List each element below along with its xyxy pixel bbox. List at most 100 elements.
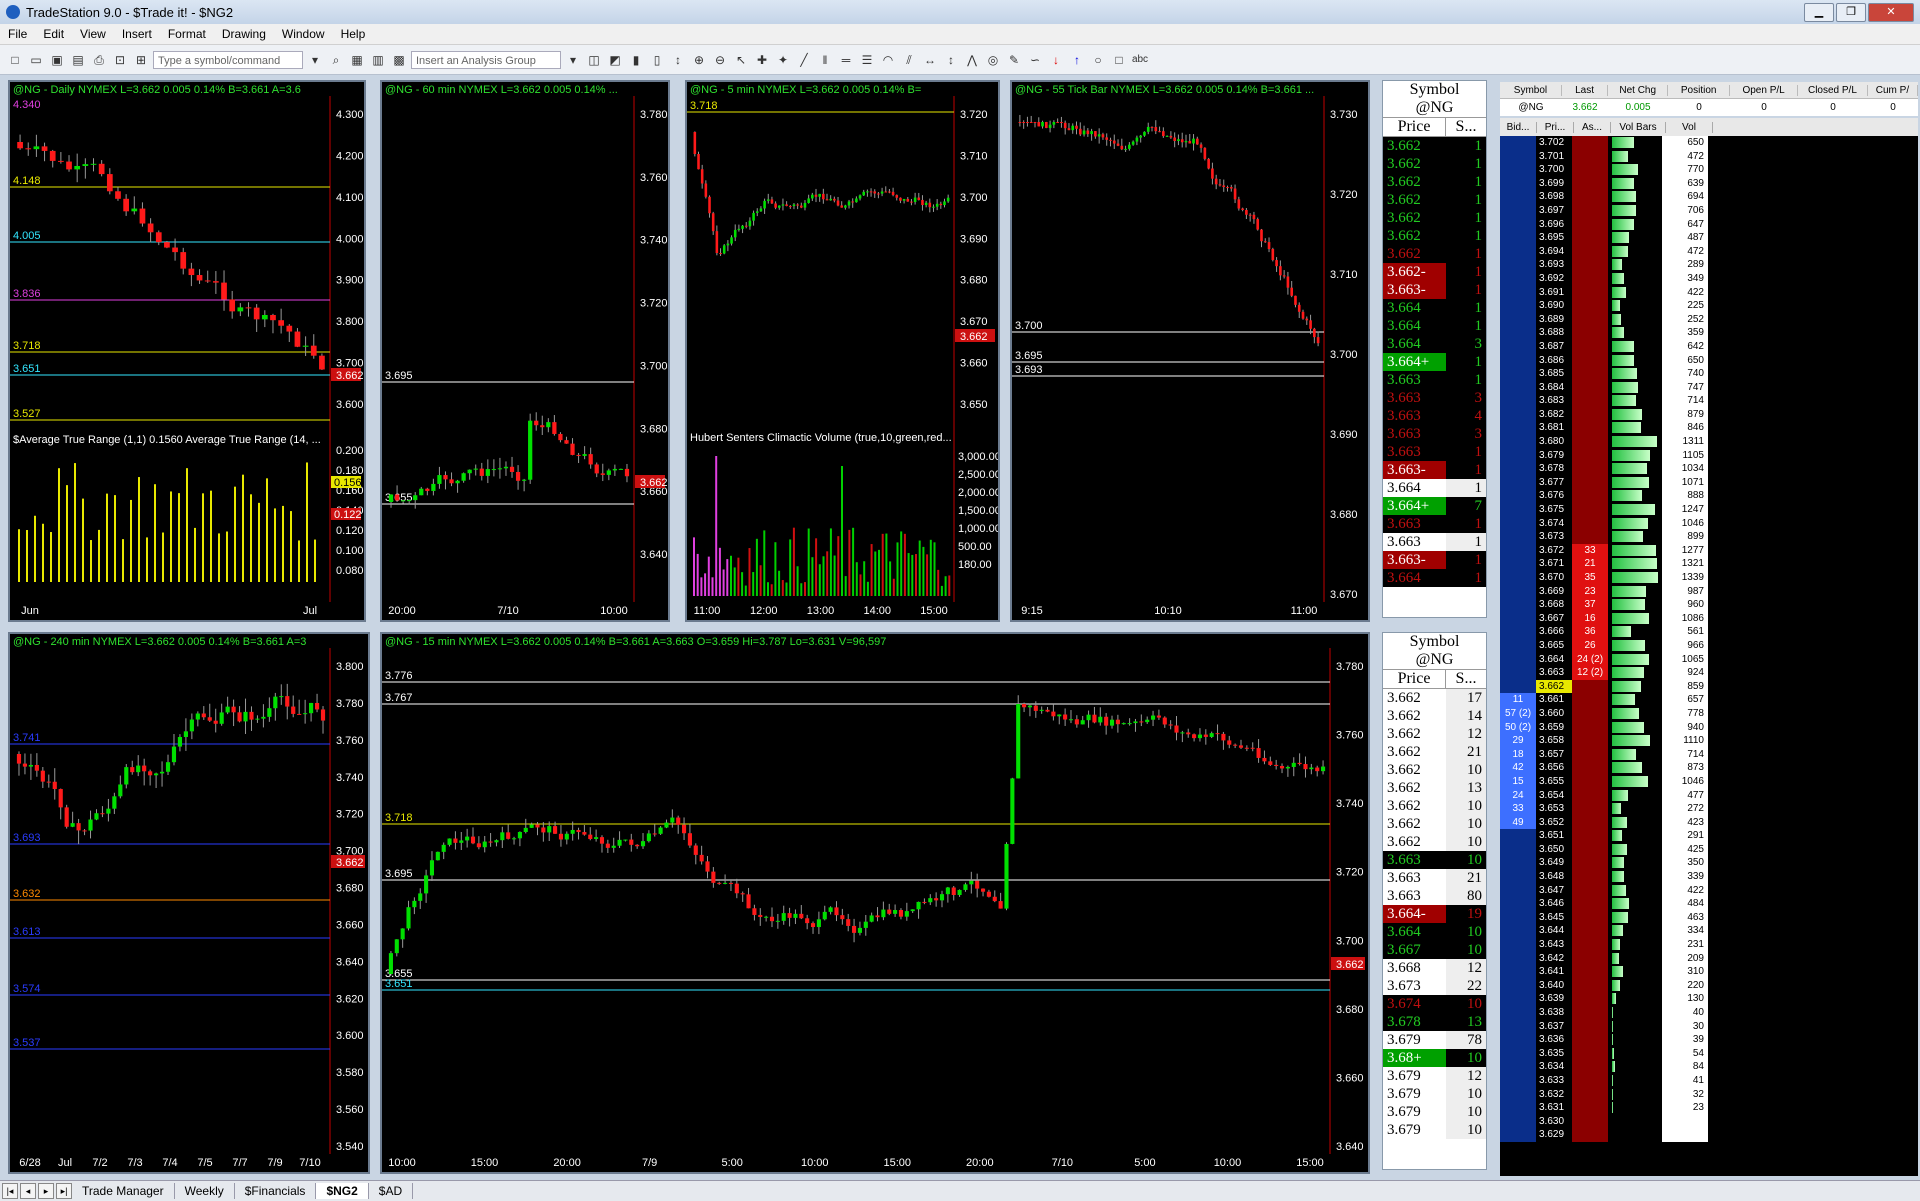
dom-row[interactable]: 3.669 23 987	[1500, 584, 1918, 599]
dom-bid[interactable]	[1500, 679, 1536, 694]
dom-row[interactable]: 3.641 310	[1500, 965, 1918, 979]
dom-ask[interactable]	[1572, 326, 1608, 340]
dom-ask[interactable]	[1572, 394, 1608, 408]
dom-row[interactable]: 3.689 252	[1500, 312, 1918, 327]
dom-price[interactable]: 3.629	[1536, 1128, 1572, 1142]
dom-row[interactable]: 42 3.656 873	[1500, 761, 1918, 775]
dom-price[interactable]: 3.698	[1536, 190, 1572, 204]
dom-ask[interactable]	[1572, 299, 1608, 313]
dom-ask[interactable]	[1572, 1073, 1608, 1088]
dom-bid[interactable]	[1500, 938, 1536, 952]
dom-bid[interactable]	[1500, 978, 1536, 993]
dom-ask[interactable]: 21	[1572, 557, 1608, 571]
print-icon[interactable]: ⎙	[90, 51, 108, 69]
dom-price[interactable]: 3.648	[1536, 870, 1572, 884]
dom-bid[interactable]	[1500, 1060, 1536, 1074]
dom-row[interactable]: 3.692 349	[1500, 271, 1918, 286]
tab-ad[interactable]: $AD	[369, 1183, 414, 1199]
dom-ask[interactable]	[1572, 679, 1608, 694]
pencil-icon[interactable]: ✎	[1005, 51, 1023, 69]
dom-row[interactable]: 57 (2) 3.660 778	[1500, 706, 1918, 721]
ts-row[interactable]: 3.662 1	[1383, 137, 1486, 155]
dom-ask[interactable]	[1572, 231, 1608, 245]
dom-row[interactable]: 3.690 225	[1500, 299, 1918, 313]
dom-row[interactable]: 3.682 879	[1500, 407, 1918, 422]
dom-ask[interactable]	[1572, 897, 1608, 911]
dom-bid[interactable]	[1500, 638, 1536, 653]
trendline-icon[interactable]: ╱	[795, 51, 813, 69]
dom-bid[interactable]	[1500, 530, 1536, 544]
ts-row[interactable]: 3.664 1	[1383, 299, 1486, 317]
dom-row[interactable]: 3.642 209	[1500, 951, 1918, 966]
dom-ask[interactable]	[1572, 842, 1608, 857]
dom-ask[interactable]	[1572, 1019, 1608, 1034]
dom-ask[interactable]	[1572, 924, 1608, 939]
dom-row[interactable]: 3.646 484	[1500, 897, 1918, 911]
dom-ask[interactable]	[1572, 516, 1608, 531]
dom-bid[interactable]	[1500, 163, 1536, 177]
dom-bid[interactable]	[1500, 883, 1536, 898]
dom-price[interactable]: 3.689	[1536, 312, 1572, 327]
dom-row[interactable]: 3.631 23	[1500, 1101, 1918, 1115]
dom-bid[interactable]	[1500, 598, 1536, 612]
dom-price[interactable]: 3.662	[1536, 679, 1572, 694]
dom-ask[interactable]	[1572, 258, 1608, 272]
dom-bid[interactable]: 15	[1500, 774, 1536, 789]
dom-bid[interactable]	[1500, 190, 1536, 204]
dom-price[interactable]: 3.654	[1536, 788, 1572, 803]
dom-price[interactable]: 3.640	[1536, 978, 1572, 993]
dom-bid[interactable]	[1500, 299, 1536, 313]
dom-ask[interactable]	[1572, 136, 1608, 150]
dom-price[interactable]: 3.638	[1536, 1006, 1572, 1020]
channel-icon[interactable]: ⫽	[900, 51, 918, 69]
ts-row[interactable]: 3.663 1	[1383, 443, 1486, 461]
quote-col-header[interactable]: Position	[1668, 84, 1731, 96]
ts-row[interactable]: 3.663 1	[1383, 371, 1486, 389]
dom-ask[interactable]	[1572, 910, 1608, 925]
dom-bid[interactable]	[1500, 435, 1536, 449]
ts-row[interactable]: 3.663 1	[1383, 533, 1486, 551]
folder-icon[interactable]: ▤	[69, 51, 87, 69]
dom-bid[interactable]	[1500, 503, 1536, 517]
dom-bid[interactable]	[1500, 611, 1536, 626]
dom-row[interactable]: 3.696 647	[1500, 217, 1918, 232]
dom-row[interactable]: 3.651 291	[1500, 829, 1918, 843]
chart-5min[interactable]: 3.720 3.710 3.700 3.690 3.680 3.670 3.660 3.650…	[685, 80, 1000, 622]
dom-bid[interactable]	[1500, 666, 1536, 680]
dom-ask[interactable]	[1572, 1006, 1608, 1020]
dom-row[interactable]: 3.632 32	[1500, 1087, 1918, 1102]
chart-icon[interactable]: ◫	[585, 51, 603, 69]
dom-row[interactable]: 3.693 289	[1500, 258, 1918, 272]
minimize-button[interactable]: ▁	[1804, 3, 1834, 22]
dom-col-header[interactable]: Pri...	[1537, 121, 1574, 133]
dom-ask[interactable]: 35	[1572, 571, 1608, 585]
dom-row[interactable]: 3.681 846	[1500, 421, 1918, 436]
dom-price[interactable]: 3.677	[1536, 475, 1572, 490]
dom-bid[interactable]	[1500, 571, 1536, 585]
dom-ask[interactable]	[1572, 774, 1608, 789]
spiral-icon[interactable]: ◎	[984, 51, 1002, 69]
dom-price[interactable]: 3.684	[1536, 380, 1572, 395]
dom-row[interactable]: 3.678 1034	[1500, 462, 1918, 476]
tab-prev-icon[interactable]: ◂	[20, 1183, 36, 1199]
dom-ask[interactable]: 16	[1572, 611, 1608, 626]
dom-bid[interactable]	[1500, 1114, 1536, 1129]
dom-row[interactable]: 3.677 1071	[1500, 475, 1918, 490]
dom-bid[interactable]	[1500, 1087, 1536, 1102]
dom-bid[interactable]	[1500, 856, 1536, 871]
dom-row[interactable]: 3.639 130	[1500, 992, 1918, 1006]
dom-price[interactable]: 3.651	[1536, 829, 1572, 843]
dom-row[interactable]: 3.695 487	[1500, 231, 1918, 245]
dom-ask[interactable]	[1572, 1060, 1608, 1074]
arc-icon[interactable]: ◠	[879, 51, 897, 69]
dom-price[interactable]: 3.693	[1536, 258, 1572, 272]
dom-row[interactable]: 24 3.654 477	[1500, 788, 1918, 803]
open-icon[interactable]: ▭	[27, 51, 45, 69]
ts-row[interactable]: 3.668 12	[1383, 959, 1486, 977]
dom-price[interactable]: 3.691	[1536, 285, 1572, 300]
ts-row[interactable]: 3.662 10	[1383, 797, 1486, 815]
dom-price[interactable]: 3.655	[1536, 774, 1572, 789]
ts-row[interactable]: 3.663 3	[1383, 425, 1486, 443]
menu-view[interactable]: View	[72, 27, 114, 41]
tab-last-icon[interactable]: ▸|	[56, 1183, 72, 1199]
